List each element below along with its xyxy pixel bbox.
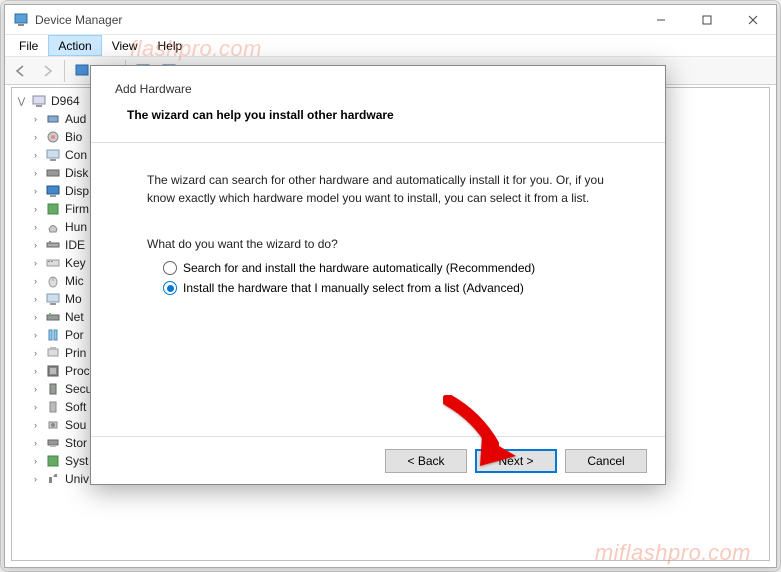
menubar: File Action View Help bbox=[5, 35, 776, 57]
tree-item-label: Disp bbox=[65, 184, 89, 198]
menu-file[interactable]: File bbox=[9, 35, 48, 56]
minimize-button[interactable] bbox=[638, 5, 684, 35]
expand-icon[interactable]: › bbox=[30, 150, 41, 161]
expand-icon[interactable]: › bbox=[30, 186, 41, 197]
expand-icon[interactable]: › bbox=[30, 222, 41, 233]
back-button[interactable]: < Back bbox=[385, 449, 467, 473]
device-icon bbox=[45, 417, 61, 433]
tree-item-label: Net bbox=[65, 310, 84, 324]
expand-icon[interactable]: › bbox=[30, 240, 41, 251]
add-hardware-dialog: Add Hardware The wizard can help you ins… bbox=[90, 65, 666, 485]
device-icon bbox=[45, 471, 61, 487]
device-icon bbox=[45, 291, 61, 307]
device-icon bbox=[45, 435, 61, 451]
tree-item-label: Bio bbox=[65, 130, 82, 144]
device-icon bbox=[45, 273, 61, 289]
expand-icon[interactable]: › bbox=[30, 330, 41, 341]
dialog-subtitle: The wizard can help you install other ha… bbox=[127, 108, 635, 122]
tree-item-label: Proc bbox=[65, 364, 90, 378]
device-icon bbox=[45, 309, 61, 325]
radio-icon bbox=[163, 261, 177, 275]
device-icon bbox=[45, 183, 61, 199]
computer-icon bbox=[31, 93, 47, 109]
maximize-button[interactable] bbox=[684, 5, 730, 35]
device-icon bbox=[45, 399, 61, 415]
collapse-icon[interactable]: ⋁ bbox=[16, 96, 27, 107]
radio-option-manual[interactable]: Install the hardware that I manually sel… bbox=[163, 281, 635, 295]
radio-option-auto[interactable]: Search for and install the hardware auto… bbox=[163, 261, 635, 275]
device-icon bbox=[45, 255, 61, 271]
radio-manual-label: Install the hardware that I manually sel… bbox=[183, 281, 524, 295]
device-icon bbox=[45, 147, 61, 163]
tree-item-label: Univ bbox=[65, 472, 89, 486]
menu-action[interactable]: Action bbox=[48, 35, 101, 56]
dialog-title: Add Hardware bbox=[115, 82, 635, 96]
device-icon bbox=[45, 381, 61, 397]
expand-icon[interactable]: › bbox=[30, 384, 41, 395]
dialog-question: What do you want the wizard to do? bbox=[147, 237, 635, 251]
device-icon bbox=[45, 363, 61, 379]
tree-item-label: Firm bbox=[65, 202, 89, 216]
device-icon bbox=[45, 237, 61, 253]
tree-item-label: Hun bbox=[65, 220, 87, 234]
expand-icon[interactable]: › bbox=[30, 132, 41, 143]
forward-button[interactable] bbox=[35, 59, 59, 83]
device-icon bbox=[45, 165, 61, 181]
tree-item-label: Con bbox=[65, 148, 87, 162]
tree-item-label: Disk bbox=[65, 166, 88, 180]
window-title: Device Manager bbox=[35, 13, 638, 27]
expand-icon[interactable]: › bbox=[30, 168, 41, 179]
expand-icon[interactable]: › bbox=[30, 402, 41, 413]
radio-auto-label: Search for and install the hardware auto… bbox=[183, 261, 535, 275]
app-icon bbox=[13, 12, 29, 28]
expand-icon[interactable]: › bbox=[30, 258, 41, 269]
dialog-body-text: The wizard can search for other hardware… bbox=[147, 171, 625, 207]
device-icon bbox=[45, 129, 61, 145]
device-icon bbox=[45, 453, 61, 469]
device-icon bbox=[45, 327, 61, 343]
tree-item-label: Mo bbox=[65, 292, 82, 306]
device-icon bbox=[45, 111, 61, 127]
tree-item-label: Aud bbox=[65, 112, 86, 126]
expand-icon[interactable]: › bbox=[30, 114, 41, 125]
expand-icon[interactable]: › bbox=[30, 366, 41, 377]
cancel-button[interactable]: Cancel bbox=[565, 449, 647, 473]
expand-icon[interactable]: › bbox=[30, 312, 41, 323]
root-label: D964 bbox=[51, 94, 80, 108]
tree-item-label: Key bbox=[65, 256, 86, 270]
expand-icon[interactable]: › bbox=[30, 276, 41, 287]
expand-icon[interactable]: › bbox=[30, 294, 41, 305]
titlebar: Device Manager bbox=[5, 5, 776, 35]
tree-item-label: Mic bbox=[65, 274, 84, 288]
expand-icon[interactable]: › bbox=[30, 348, 41, 359]
expand-icon[interactable]: › bbox=[30, 420, 41, 431]
back-button[interactable] bbox=[9, 59, 33, 83]
tree-item-label: Syst bbox=[65, 454, 88, 468]
next-button[interactable]: Next > bbox=[475, 449, 557, 473]
tree-item-label: Prin bbox=[65, 346, 86, 360]
expand-icon[interactable]: › bbox=[30, 204, 41, 215]
dialog-button-bar: < Back Next > Cancel bbox=[91, 436, 665, 484]
device-icon bbox=[45, 219, 61, 235]
tree-item-label: Stor bbox=[65, 436, 87, 450]
radio-icon bbox=[163, 281, 177, 295]
tree-item-label: Soft bbox=[65, 400, 86, 414]
device-icon bbox=[45, 201, 61, 217]
menu-view[interactable]: View bbox=[102, 35, 148, 56]
expand-icon[interactable]: › bbox=[30, 438, 41, 449]
tree-item-label: Por bbox=[65, 328, 84, 342]
tree-item-label: Sou bbox=[65, 418, 86, 432]
expand-icon[interactable]: › bbox=[30, 474, 41, 485]
tree-item-label: Secu bbox=[65, 382, 92, 396]
menu-help[interactable]: Help bbox=[148, 35, 193, 56]
close-button[interactable] bbox=[730, 5, 776, 35]
device-icon bbox=[45, 345, 61, 361]
expand-icon[interactable]: › bbox=[30, 456, 41, 467]
tree-item-label: IDE bbox=[65, 238, 85, 252]
